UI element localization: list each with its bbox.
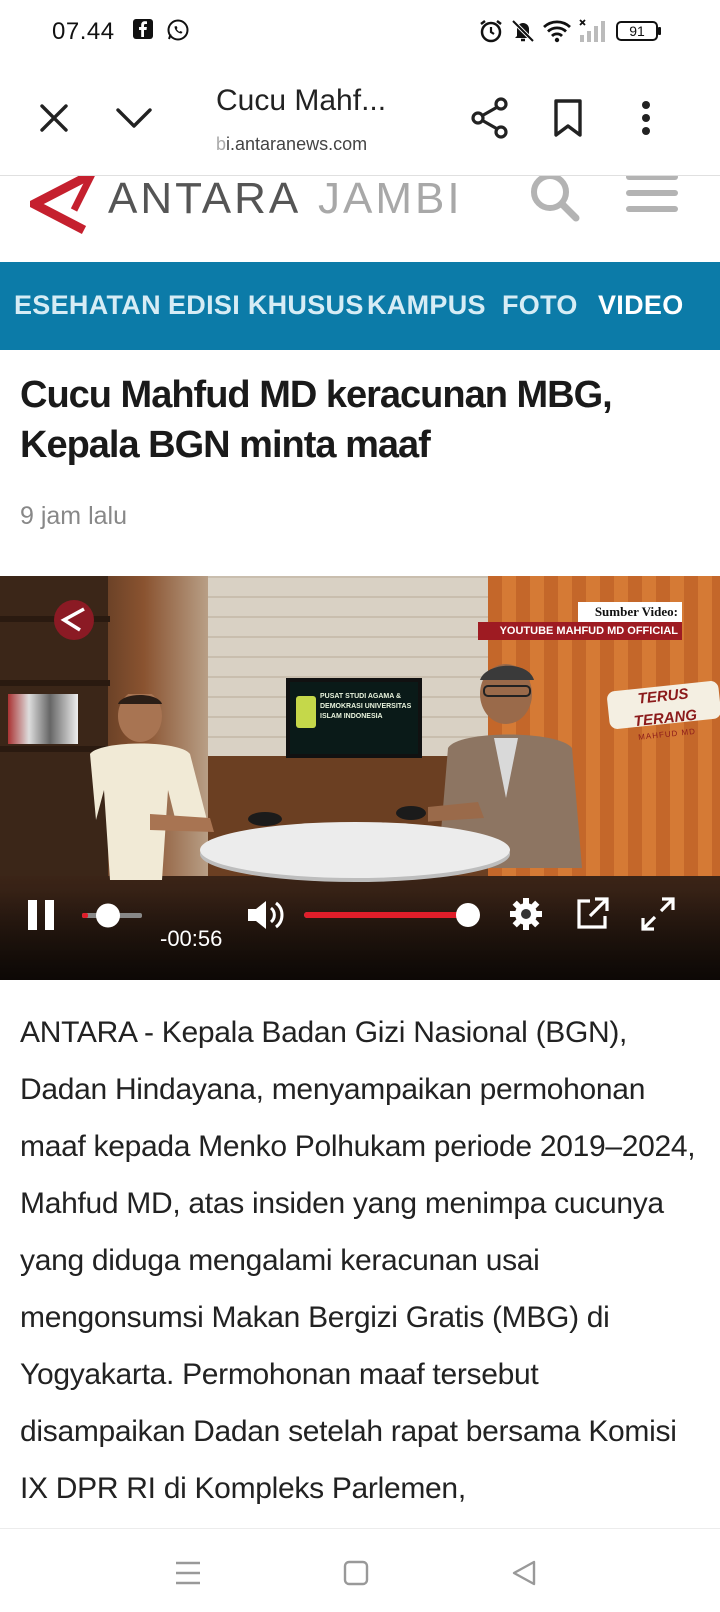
tv-screen: PUSAT STUDI AGAMA & DEMOKRASI UNIVERSITA…: [286, 678, 422, 758]
whatsapp-icon: [166, 18, 190, 47]
video-player[interactable]: PUSAT STUDI AGAMA & DEMOKRASI UNIVERSITA…: [0, 576, 720, 980]
antara-watermark-icon: [54, 600, 94, 640]
status-bar: 07.44 91: [0, 0, 720, 64]
mute-icon: [510, 18, 536, 49]
article-body: ANTARA - Kepala Badan Gizi Nasional (BGN…: [20, 1016, 696, 1505]
settings-icon[interactable]: [508, 896, 544, 937]
nav-item-kesehatan[interactable]: ESEHATAN: [14, 290, 161, 321]
page-url[interactable]: bi.antaranews.com: [216, 134, 367, 155]
close-icon[interactable]: [30, 94, 78, 142]
nav-item-video[interactable]: VIDEO: [598, 290, 684, 321]
shelf: [0, 680, 110, 686]
coffee-cup: [248, 812, 282, 826]
search-icon[interactable]: [528, 176, 582, 229]
nav-item-edisi-khusus[interactable]: EDISI KHUSUS: [168, 290, 364, 321]
uii-logo-icon: [296, 696, 316, 728]
antara-logo-icon[interactable]: [24, 176, 96, 239]
volume-slider[interactable]: [304, 900, 482, 930]
page-title[interactable]: Cucu Mahf...: [216, 84, 386, 118]
nav-item-kampus[interactable]: KAMPUS: [367, 290, 486, 321]
video-time-remaining: -00:56: [160, 926, 223, 951]
chevron-down-icon[interactable]: [110, 94, 158, 142]
home-icon[interactable]: [336, 1553, 376, 1593]
signal-icon: [578, 18, 608, 49]
logo-region-text: JAMBI: [318, 176, 463, 223]
system-nav-bar: [0, 1528, 720, 1612]
host-left: [70, 690, 220, 889]
category-navbar: ESEHATAN EDISI KHUSUS KAMPUS FOTO VIDEO: [0, 262, 720, 350]
bookmark-icon[interactable]: [544, 94, 592, 142]
alarm-icon: [478, 18, 504, 49]
article-time: 9 jam lalu: [20, 502, 127, 530]
pause-icon[interactable]: [26, 898, 56, 937]
back-icon[interactable]: [504, 1553, 544, 1593]
logo-antara-text: ANTARA: [108, 176, 302, 223]
share-icon[interactable]: [466, 94, 514, 142]
video-source-label: Sumber Video:: [578, 602, 682, 622]
more-vert-icon[interactable]: [622, 94, 670, 142]
video-progress-bar[interactable]: [82, 900, 142, 930]
fullscreen-icon[interactable]: [640, 896, 676, 937]
hamburger-menu-icon[interactable]: [624, 176, 680, 221]
external-open-icon[interactable]: [574, 896, 610, 937]
volume-icon[interactable]: [246, 898, 284, 937]
status-time: 07.44: [52, 18, 115, 45]
browser-toolbar: Cucu Mahf... bi.antaranews.com: [0, 64, 720, 176]
books: [8, 694, 78, 744]
facebook-icon: [132, 18, 154, 45]
coffee-cup: [396, 806, 426, 820]
recents-menu-icon[interactable]: [168, 1553, 208, 1593]
video-source-channel: YOUTUBE MAHFUD MD OFFICIAL: [478, 622, 682, 640]
round-table: [200, 822, 510, 878]
site-header: ANTARA JAMBI: [0, 176, 720, 262]
battery-icon: 91: [616, 20, 662, 47]
nav-item-foto[interactable]: FOTO: [502, 290, 578, 321]
tv-text: PUSAT STUDI AGAMA & DEMOKRASI UNIVERSITA…: [320, 693, 412, 720]
battery-level: 91: [629, 23, 645, 39]
wifi-icon: [542, 18, 572, 49]
article-headline: Cucu Mahfud MD keracunan MBG, Kepala BGN…: [20, 374, 613, 466]
